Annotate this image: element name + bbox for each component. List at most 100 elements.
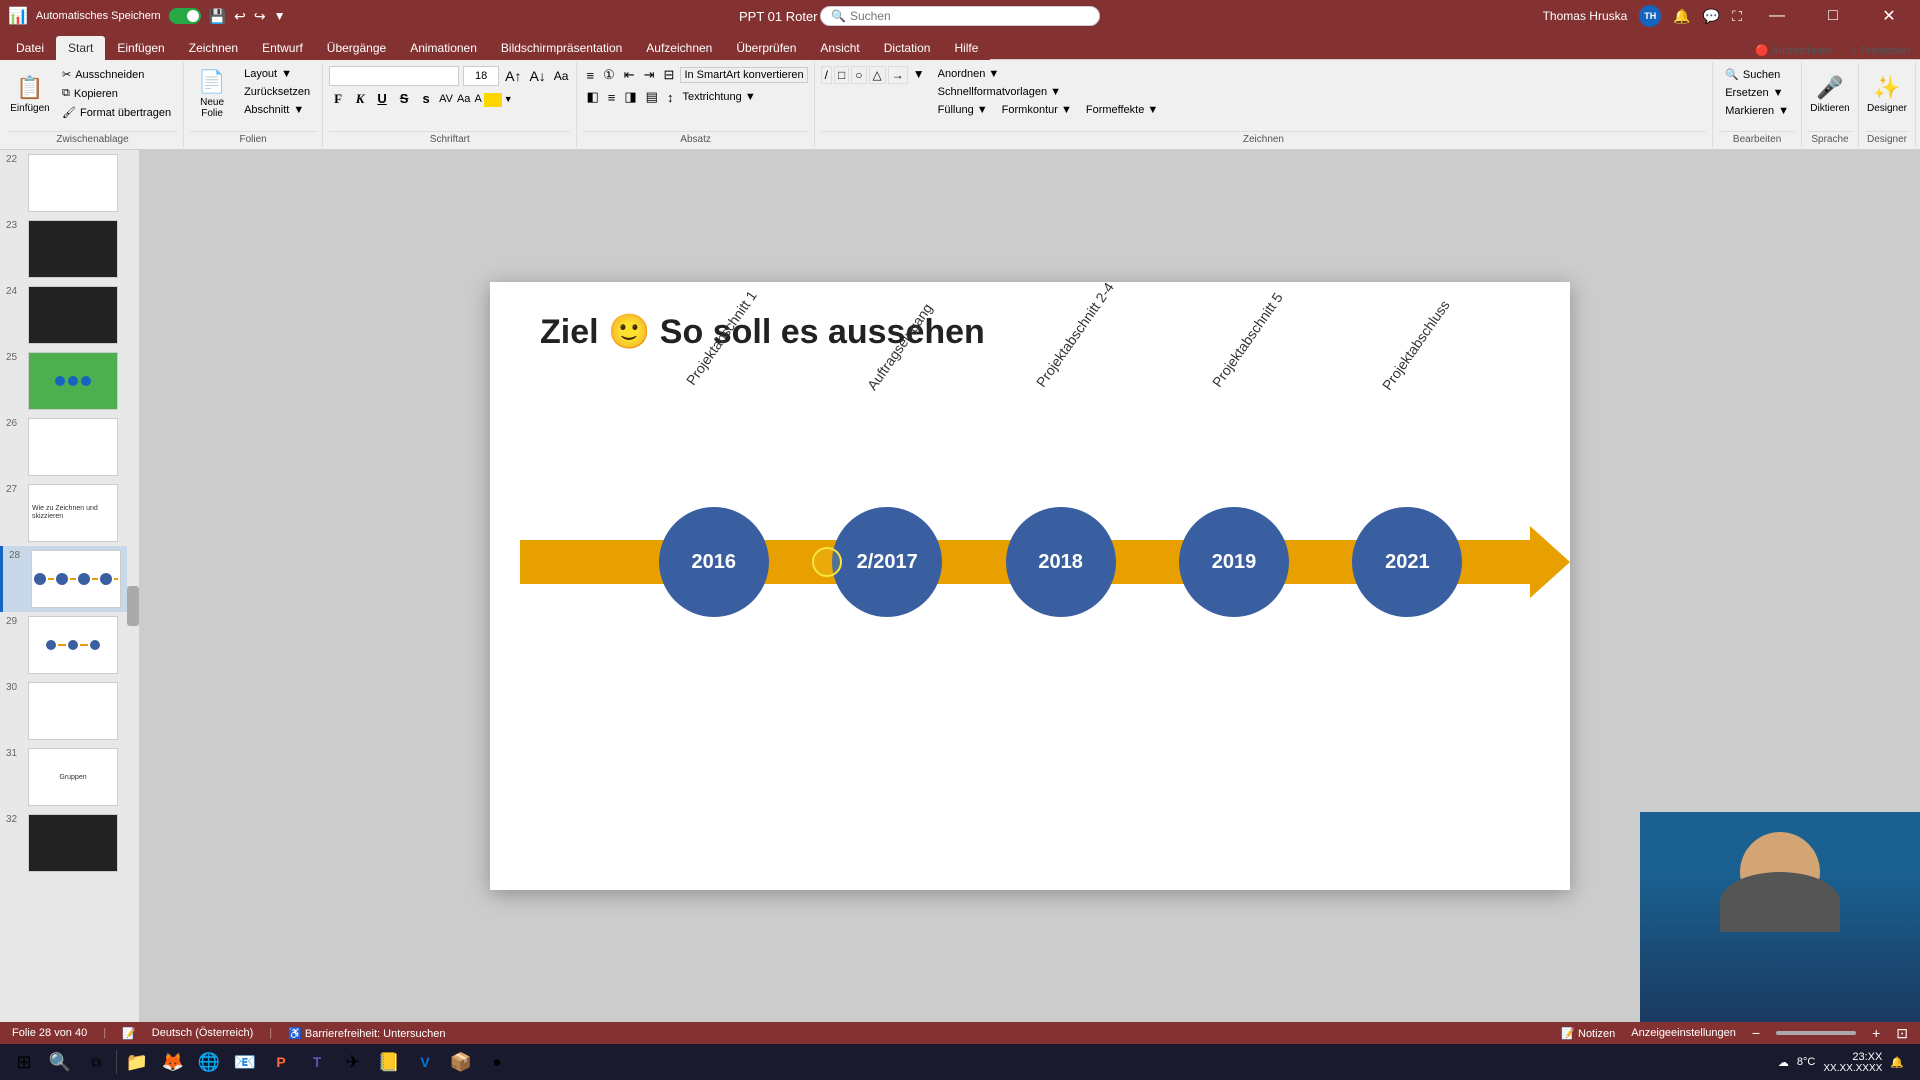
shape-line[interactable]: / xyxy=(821,66,832,84)
taskbar-chrome[interactable]: 🌐 xyxy=(193,1046,225,1078)
tab-dictation[interactable]: Dictation xyxy=(872,36,943,60)
scrollbar-thumb[interactable] xyxy=(127,586,139,626)
search-input[interactable] xyxy=(850,9,1070,23)
decrease-indent-button[interactable]: ⇤ xyxy=(621,66,638,84)
smartart-button[interactable]: In SmartArt konvertieren xyxy=(680,67,807,83)
task-view-button[interactable]: ⧉ xyxy=(80,1046,112,1078)
clear-format-icon[interactable]: Aa xyxy=(552,67,571,85)
search-taskbar-button[interactable]: 🔍 xyxy=(44,1046,76,1078)
tab-entwurf[interactable]: Entwurf xyxy=(250,36,315,60)
minimize-button[interactable]: — xyxy=(1754,0,1800,32)
zoom-in-button[interactable]: + xyxy=(1872,1025,1880,1041)
zuruecksetzen-button[interactable]: Zurücksetzen xyxy=(238,84,316,100)
notification-icon[interactable]: 🔔 xyxy=(1890,1056,1904,1069)
start-button[interactable]: ⊞ xyxy=(8,1046,40,1078)
timeline-node-2019[interactable]: 2019 xyxy=(1179,507,1289,617)
align-center-button[interactable]: ≡ xyxy=(605,89,619,106)
undo-icon[interactable]: ↩ xyxy=(234,8,246,25)
more-shapes-button[interactable]: ▼ xyxy=(910,66,928,84)
justify-button[interactable]: ▤ xyxy=(643,88,661,106)
slide-thumb-25[interactable]: 25 xyxy=(0,348,139,414)
designer-button[interactable]: ✨ Designer xyxy=(1865,66,1909,122)
underline-button[interactable]: U xyxy=(373,90,391,108)
diktieren-button[interactable]: 🎤 Diktieren xyxy=(1808,66,1852,122)
taskbar-telegram[interactable]: ✈ xyxy=(337,1046,369,1078)
tab-animationen[interactable]: Animationen xyxy=(398,36,489,60)
tab-ansicht[interactable]: Ansicht xyxy=(808,36,871,60)
comments-icon[interactable]: 💬 xyxy=(1703,8,1720,25)
text-direction-button[interactable]: Textrichtung ▼ xyxy=(679,90,758,104)
taskbar-visio[interactable]: V xyxy=(409,1046,441,1078)
timeline-node-2016[interactable]: 2016 xyxy=(659,507,769,617)
shape-triangle[interactable]: △ xyxy=(869,66,886,84)
neue-folie-button[interactable]: 📄 Neue Folie xyxy=(190,66,234,122)
anordnen-button[interactable]: Anordnen ▼ xyxy=(932,66,1165,82)
slide-canvas[interactable]: Ziel 🙂 So soll es aussehen 2016 Projekta… xyxy=(490,282,1570,890)
display-settings-button[interactable]: Anzeigeeinstellungen xyxy=(1631,1027,1736,1039)
font-size-input[interactable] xyxy=(463,66,499,86)
timeline-node-2018[interactable]: 2018 xyxy=(1006,507,1116,617)
slide-thumb-22[interactable]: 22 xyxy=(0,150,139,216)
zoom-slider[interactable] xyxy=(1776,1031,1856,1035)
slide-thumb-27[interactable]: 27 Wie zu Zeichnen und skizzieren xyxy=(0,480,139,546)
character-case-button[interactable]: Aa xyxy=(457,93,470,105)
slide-thumb-31[interactable]: 31 Gruppen xyxy=(0,744,139,810)
tab-hilfe[interactable]: Hilfe xyxy=(942,36,990,60)
freigeben-button[interactable]: ↑ Freigeben xyxy=(1842,43,1920,60)
slide-thumb-23[interactable]: 23 xyxy=(0,216,139,282)
align-left-button[interactable]: ◧ xyxy=(583,88,601,106)
taskbar-explorer[interactable]: 📁 xyxy=(121,1046,153,1078)
tab-zeichnen[interactable]: Zeichnen xyxy=(177,36,250,60)
autosave-toggle[interactable] xyxy=(169,8,201,24)
slide-panel-scrollbar[interactable] xyxy=(127,150,139,1022)
font-name-input[interactable] xyxy=(329,66,459,86)
timeline-node-2017[interactable]: 2/2017 xyxy=(832,507,942,617)
redo-icon[interactable]: ↪ xyxy=(254,8,266,25)
kopieren-button[interactable]: ⧉ Kopieren xyxy=(56,85,177,102)
decrease-font-icon[interactable]: A↓ xyxy=(527,66,547,86)
suchen-button[interactable]: 🔍 Suchen xyxy=(1719,66,1795,83)
taskbar-firefox[interactable]: 🦊 xyxy=(157,1046,189,1078)
bold-button[interactable]: F xyxy=(329,90,347,108)
abschnitt-button[interactable]: Abschnitt ▼ xyxy=(238,102,316,118)
italic-button[interactable]: K xyxy=(351,90,369,108)
strikethrough-button[interactable]: S xyxy=(395,90,413,108)
slide-thumb-28[interactable]: 28 xyxy=(0,546,139,612)
slide-thumb-24[interactable]: 24 xyxy=(0,282,139,348)
layout-button[interactable]: Layout ▼ xyxy=(238,66,316,82)
shadow-button[interactable]: s xyxy=(417,90,435,108)
bullets-button[interactable]: ≡ xyxy=(583,67,597,84)
increase-font-icon[interactable]: A↑ xyxy=(503,66,523,86)
line-spacing-button[interactable]: ↕ xyxy=(664,89,677,106)
slide-thumb-32[interactable]: 32 xyxy=(0,810,139,876)
tab-ueberpruefen[interactable]: Überprüfen xyxy=(724,36,808,60)
increase-indent-button[interactable]: ⇥ xyxy=(641,66,658,84)
slide-thumb-26[interactable]: 26 xyxy=(0,414,139,480)
zoom-out-button[interactable]: − xyxy=(1752,1025,1760,1041)
numbering-button[interactable]: ① xyxy=(600,66,618,84)
shape-oval[interactable]: ○ xyxy=(851,66,866,84)
shape-arrow[interactable]: → xyxy=(888,66,908,84)
notes-button[interactable]: 📝 Notizen xyxy=(1561,1027,1615,1040)
fit-slide-button[interactable]: ⊡ xyxy=(1896,1025,1908,1042)
tab-einfuegen[interactable]: Einfügen xyxy=(105,36,176,60)
columns-button[interactable]: ⊟ xyxy=(661,66,678,84)
language-info[interactable]: Deutsch (Österreich) xyxy=(152,1027,253,1039)
schnellformatvorlagen-button[interactable]: Schnellformat­vorlagen ▼ xyxy=(932,84,1165,100)
shape-rect[interactable]: □ xyxy=(834,66,849,84)
tab-start[interactable]: Start xyxy=(56,36,105,60)
align-right-button[interactable]: ◨ xyxy=(621,88,639,106)
timeline-node-2021[interactable]: 2021 xyxy=(1352,507,1462,617)
slide-thumb-29[interactable]: 29 xyxy=(0,612,139,678)
taskbar-outlook[interactable]: 📧 xyxy=(229,1046,261,1078)
save-icon[interactable]: 💾 xyxy=(209,8,226,25)
aufzeichnen-button[interactable]: 🔴 Aufzeichnen xyxy=(1745,42,1842,60)
taskbar-powerpoint[interactable]: P xyxy=(265,1046,297,1078)
font-spacing-button[interactable]: AV xyxy=(439,93,453,105)
markieren-button[interactable]: Markieren ▼ xyxy=(1719,103,1795,119)
formeffekte-button[interactable]: Formeffekte ▼ xyxy=(1080,102,1164,118)
taskbar-dropbox[interactable]: 📦 xyxy=(445,1046,477,1078)
tab-datei[interactable]: Datei xyxy=(4,36,56,60)
ersetzen-button[interactable]: Ersetzen ▼ xyxy=(1719,85,1795,101)
taskbar-recorder[interactable]: ⏺ xyxy=(481,1046,513,1078)
